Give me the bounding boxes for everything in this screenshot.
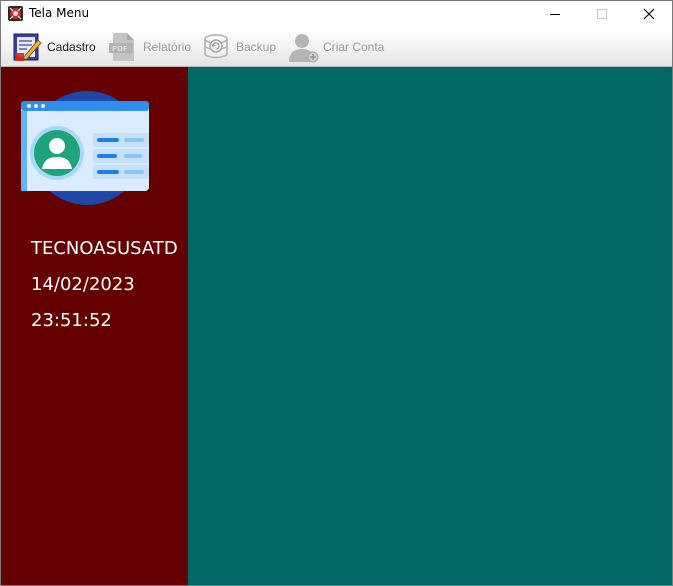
backup-label: Backup (236, 40, 277, 54)
backup-button[interactable]: Backup (200, 30, 276, 64)
sidebar-panel: TECNOASUSATD 14/02/2023 23:51:52 (1, 67, 188, 585)
clock-label: 23:51:52 (31, 310, 112, 331)
svg-text:PDF: PDF (112, 45, 128, 53)
maximize-icon (597, 9, 607, 19)
register-form-icon (13, 33, 42, 61)
relatorio-button[interactable]: PDF Relatório (107, 30, 191, 64)
cadastro-label: Cadastro (47, 40, 96, 54)
relatorio-label: Relatório (143, 40, 192, 54)
date-label: 14/02/2023 (31, 274, 135, 295)
main-window: Tela Menu Cadastro PDF Relatório Backup … (0, 0, 673, 586)
window-title: Tela Menu (29, 6, 90, 20)
database-backup-icon (204, 34, 228, 59)
minimize-button[interactable] (532, 1, 578, 27)
close-icon (643, 8, 655, 20)
main-content-area (188, 67, 672, 585)
pdf-report-icon: PDF (109, 33, 134, 61)
maximize-button[interactable] (579, 1, 625, 27)
minimize-icon (550, 14, 560, 15)
title-bar[interactable]: Tela Menu (1, 1, 672, 28)
criar-conta-button[interactable]: Criar Conta (287, 30, 384, 64)
cadastro-button[interactable]: Cadastro (11, 30, 96, 64)
app-logo-icon (8, 6, 23, 21)
user-id-card-icon (21, 91, 149, 205)
toolbar: Cadastro PDF Relatório Backup Criar Cont… (1, 28, 672, 67)
add-user-icon (289, 34, 319, 63)
hostname-label: TECNOASUSATD (31, 238, 178, 259)
criar-conta-label: Criar Conta (323, 40, 385, 54)
close-button[interactable] (626, 1, 672, 27)
